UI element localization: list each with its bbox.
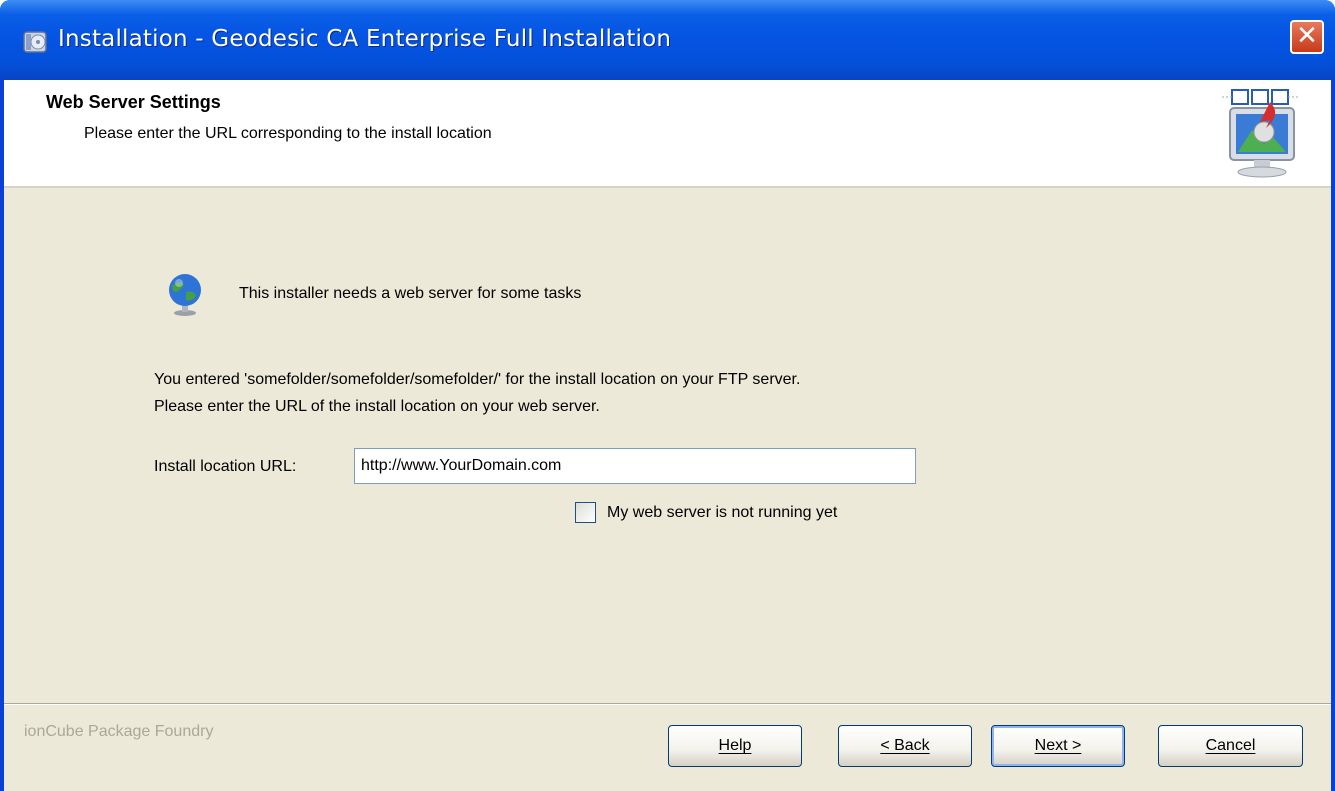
url-label: Install location URL: bbox=[154, 458, 297, 475]
cancel-button[interactable]: Cancel bbox=[1158, 725, 1303, 767]
ftp-location-text: You entered 'somefolder/somefolder/somef… bbox=[154, 371, 801, 388]
next-button[interactable]: Next > bbox=[991, 725, 1125, 767]
title-bar[interactable]: Installation - Geodesic CA Enterprise Fu… bbox=[0, 0, 1335, 80]
dialog-client: Web Server Settings Please enter the URL… bbox=[4, 80, 1331, 791]
wizard-header: Web Server Settings Please enter the URL… bbox=[4, 80, 1331, 188]
installer-cd-icon bbox=[23, 31, 47, 53]
server-not-running-label[interactable]: My web server is not running yet bbox=[607, 504, 837, 522]
back-button-label: < Back bbox=[880, 737, 930, 754]
help-button[interactable]: Help bbox=[668, 725, 802, 767]
close-button[interactable]: ✕ bbox=[1290, 20, 1324, 54]
globe-icon bbox=[169, 274, 201, 316]
brand-label: ionCube Package Foundry bbox=[24, 723, 214, 740]
next-button-label: Next > bbox=[1034, 737, 1082, 754]
footer-separator bbox=[4, 703, 1331, 705]
help-button-label: Help bbox=[718, 737, 752, 754]
install-computer-icon bbox=[1222, 89, 1300, 178]
web-location-prompt: Please enter the URL of the install loca… bbox=[154, 398, 600, 415]
back-button[interactable]: < Back bbox=[838, 725, 972, 767]
server-not-running-checkbox[interactable] bbox=[575, 502, 596, 523]
install-url-input[interactable] bbox=[354, 448, 916, 484]
page-title: Web Server Settings bbox=[46, 92, 221, 112]
window-title: Installation - Geodesic CA Enterprise Fu… bbox=[58, 26, 672, 52]
info-text: This installer needs a web server for so… bbox=[239, 285, 582, 302]
page-subtitle: Please enter the URL corresponding to th… bbox=[84, 125, 492, 142]
installer-window: Installation - Geodesic CA Enterprise Fu… bbox=[0, 0, 1335, 791]
cancel-button-label: Cancel bbox=[1205, 737, 1256, 754]
